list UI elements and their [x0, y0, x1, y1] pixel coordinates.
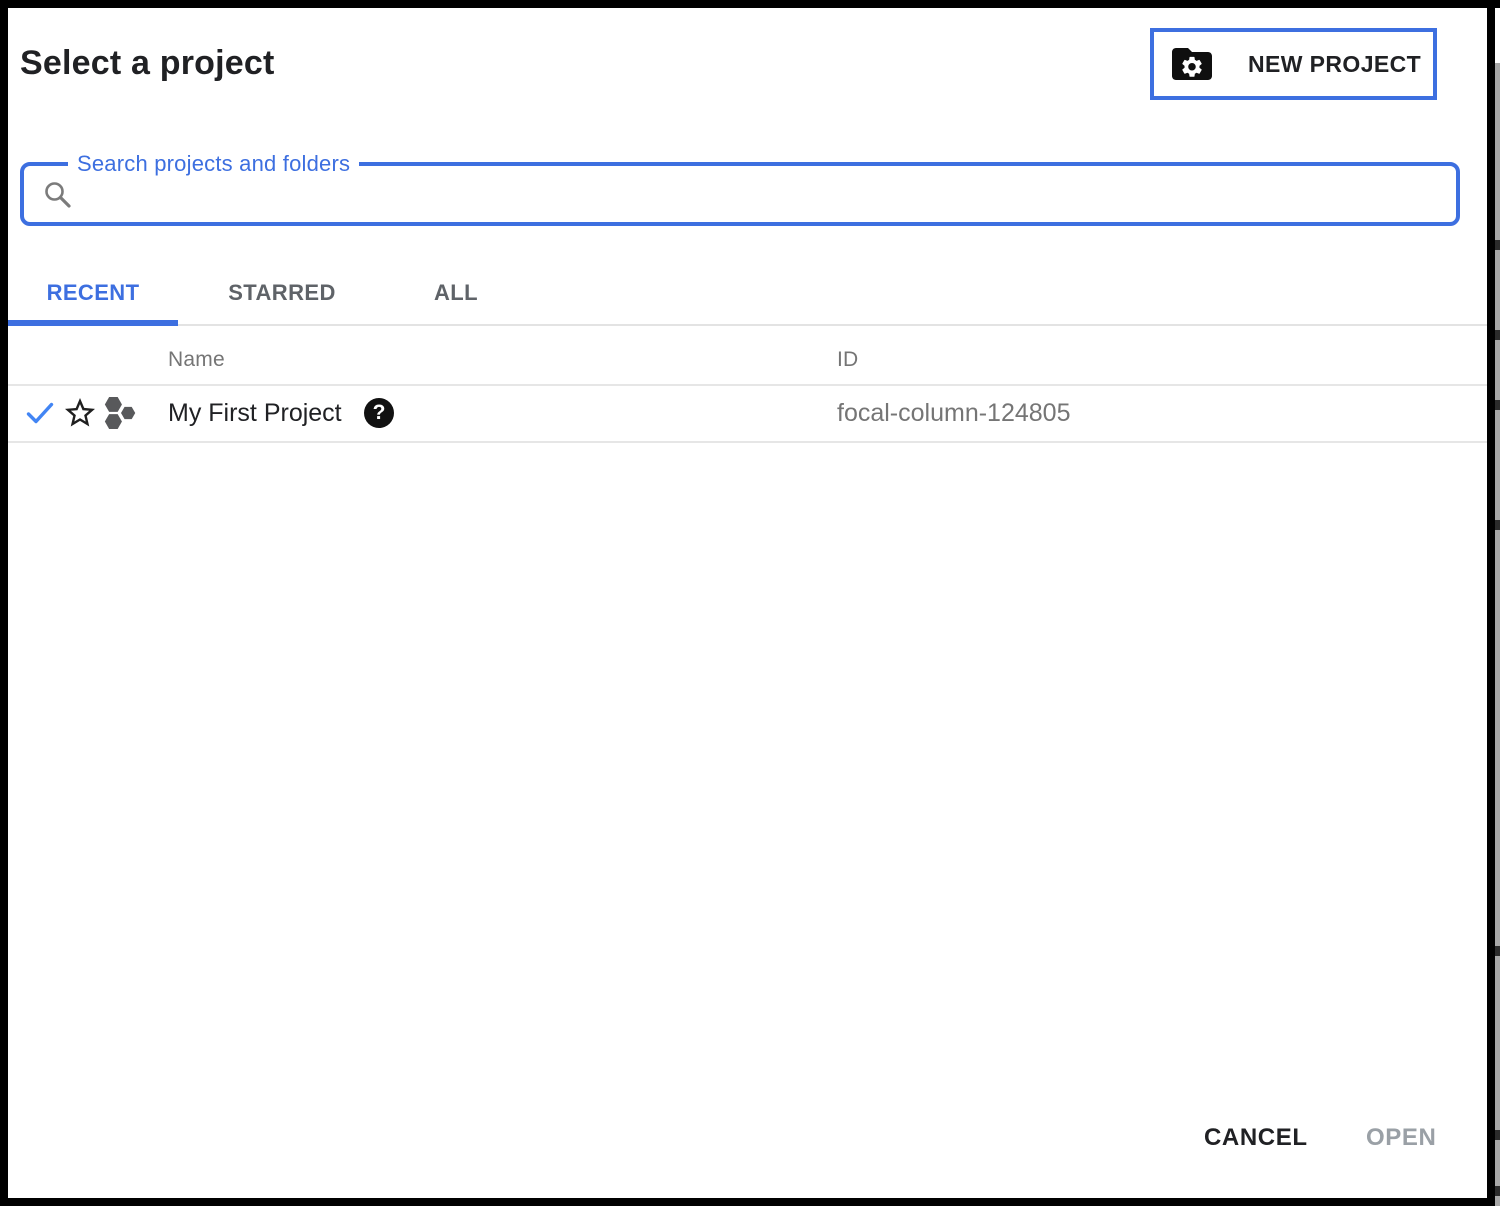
- background-text-fragment: [1495, 520, 1500, 530]
- column-header-id: ID: [837, 348, 858, 372]
- new-project-label: NEW PROJECT: [1248, 51, 1421, 78]
- background-text-fragment: [1495, 1130, 1500, 1140]
- column-header-name: Name: [168, 348, 225, 372]
- tab-starred[interactable]: STARRED: [178, 265, 386, 320]
- background-text-fragment: [1495, 330, 1500, 340]
- folder-gear-icon: [1168, 40, 1216, 88]
- open-button[interactable]: OPEN: [1366, 1120, 1436, 1156]
- row-divider: [8, 441, 1487, 443]
- page-title: Select a project: [20, 44, 275, 83]
- search-field-label: Search projects and folders: [68, 150, 359, 177]
- check-icon: [24, 397, 56, 429]
- cancel-button[interactable]: CANCEL: [1204, 1120, 1308, 1156]
- help-icon[interactable]: ?: [364, 398, 394, 428]
- background-text-fragment: [1495, 400, 1500, 410]
- search-icon: [42, 179, 74, 211]
- tab-bar: RECENT STARRED ALL: [8, 265, 1487, 327]
- new-project-button[interactable]: NEW PROJECT: [1150, 28, 1437, 100]
- background-page-sliver: [1495, 8, 1500, 1206]
- tab-all[interactable]: ALL: [386, 265, 526, 320]
- tab-starred-label: STARRED: [228, 280, 336, 306]
- star-icon[interactable]: [62, 395, 98, 431]
- background-text-fragment: [1495, 946, 1500, 956]
- project-hexagons-icon: [102, 394, 140, 432]
- tab-recent-label: RECENT: [47, 280, 140, 306]
- active-tab-indicator: [8, 320, 178, 326]
- project-name: My First Project: [168, 386, 342, 441]
- select-project-dialog: Select a project NEW PROJECT Search proj…: [8, 8, 1487, 1198]
- table-row[interactable]: My First Project ? focal-column-124805: [8, 386, 1487, 441]
- background-sliver-highlight: [1495, 8, 1500, 63]
- background-text-fragment: [1495, 240, 1500, 250]
- search-field: Search projects and folders: [20, 162, 1460, 226]
- tab-all-label: ALL: [434, 280, 478, 306]
- background-text-fragment: [1495, 1186, 1500, 1196]
- project-id: focal-column-124805: [837, 386, 1070, 441]
- tabs-divider: [8, 324, 1487, 326]
- tab-recent[interactable]: RECENT: [8, 265, 178, 320]
